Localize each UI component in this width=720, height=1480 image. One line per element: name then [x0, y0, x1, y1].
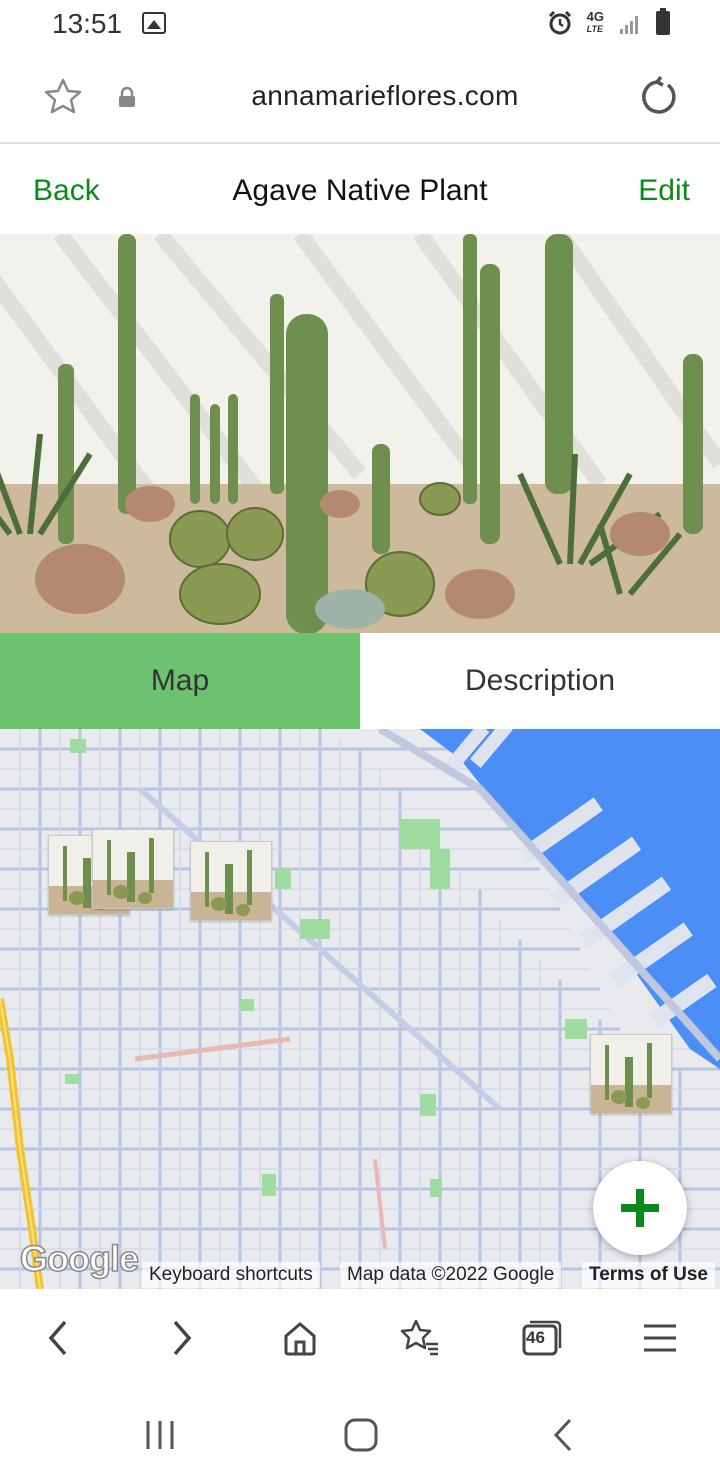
system-home-button[interactable] — [336, 1410, 386, 1460]
browser-tabs-button[interactable]: 46 — [512, 1310, 568, 1366]
back-arrow-icon — [48, 1320, 67, 1356]
add-button[interactable] — [593, 1161, 687, 1255]
browser-menu-button[interactable] — [632, 1310, 688, 1366]
browser-forward-button[interactable] — [154, 1310, 210, 1366]
home-icon — [284, 1322, 316, 1356]
network-indicator: 4G LTE — [587, 10, 604, 36]
home-icon — [344, 1418, 378, 1452]
url-text[interactable]: annamarieflores.com — [160, 80, 610, 112]
browser-home-button[interactable] — [272, 1310, 328, 1366]
tab-map[interactable]: Map — [0, 633, 360, 729]
bookmarks-icon — [400, 1319, 438, 1356]
plus-icon — [621, 1189, 659, 1227]
status-icons: 4G LTE — [547, 8, 670, 36]
map-marker-plant[interactable] — [92, 829, 174, 909]
tab-count: 46 — [526, 1328, 545, 1347]
tab-bar: Map Description — [0, 633, 720, 729]
network-type: 4G — [586, 9, 604, 24]
map-data-attribution[interactable]: Map data ©2022 Google — [340, 1262, 562, 1288]
signal-icon — [620, 16, 638, 34]
lock-icon — [119, 86, 135, 107]
back-button[interactable]: Back — [33, 174, 100, 208]
browser-bookmarks-button[interactable] — [392, 1310, 448, 1366]
status-bar: 13:51 4G LTE — [0, 0, 720, 50]
map-marker-plant[interactable] — [590, 1034, 672, 1114]
google-logo[interactable]: Google — [19, 1237, 140, 1280]
browser-back-button[interactable] — [30, 1310, 86, 1366]
back-icon — [553, 1418, 572, 1452]
hero-image — [0, 234, 720, 633]
page-title: Agave Native Plant — [232, 174, 488, 207]
browser-toolbar — [0, 1289, 720, 1385]
network-sub: LTE — [586, 24, 603, 34]
battery-icon — [656, 8, 670, 35]
recents-icon — [146, 1421, 174, 1449]
status-time: 13:51 — [52, 8, 123, 39]
gallery-icon — [142, 12, 166, 34]
forward-arrow-icon — [173, 1320, 192, 1356]
star-icon[interactable] — [42, 76, 84, 118]
edit-button[interactable]: Edit — [638, 174, 690, 208]
reload-icon[interactable] — [634, 74, 680, 120]
menu-icon — [644, 1324, 676, 1352]
map-marker-plant[interactable] — [190, 841, 272, 921]
tab-description[interactable]: Description — [360, 633, 720, 729]
recents-button[interactable] — [135, 1410, 185, 1460]
alarm-icon — [548, 10, 571, 35]
system-back-button[interactable] — [538, 1410, 588, 1460]
terms-of-use-link[interactable]: Terms of Use — [582, 1262, 715, 1288]
keyboard-shortcuts-link[interactable]: Keyboard shortcuts — [142, 1262, 320, 1288]
